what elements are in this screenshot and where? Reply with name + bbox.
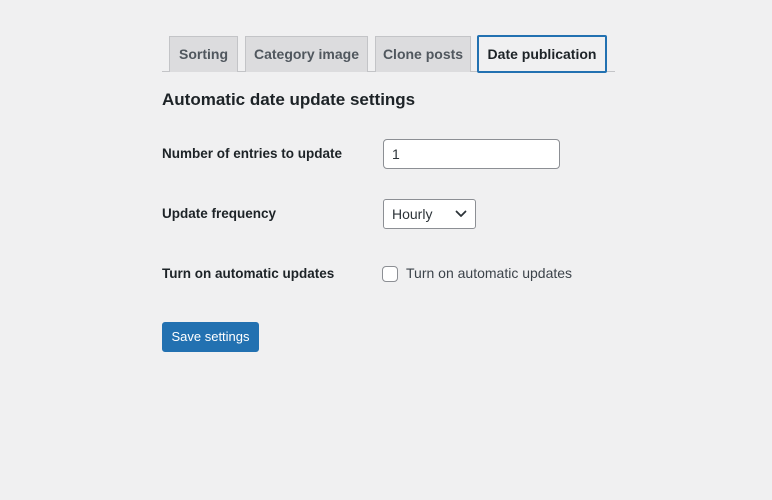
tab-clone-posts[interactable]: Clone posts [375,36,471,72]
tab-category-image[interactable]: Category image [245,36,368,72]
section-heading: Automatic date update settings [162,90,416,109]
frequency-select[interactable]: Hourly [383,199,476,229]
save-settings-button[interactable]: Save settings [162,322,259,352]
tab-date-publication[interactable]: Date publication [477,35,607,73]
auto-update-checkbox[interactable] [382,266,398,282]
frequency-selected-value: Hourly [392,206,433,222]
tab-bar: Sorting Category image Clone posts Date … [162,35,615,73]
chevron-down-icon [455,210,467,217]
entries-input[interactable] [383,139,560,169]
entries-label: Number of entries to update [162,146,343,161]
auto-update-checkbox-label[interactable]: Turn on automatic updates [406,265,572,281]
settings-panel: Sorting Category image Clone posts Date … [162,35,615,352]
frequency-label: Update frequency [162,206,277,221]
auto-update-label: Turn on automatic updates [162,266,335,281]
tab-sorting[interactable]: Sorting [169,36,238,72]
